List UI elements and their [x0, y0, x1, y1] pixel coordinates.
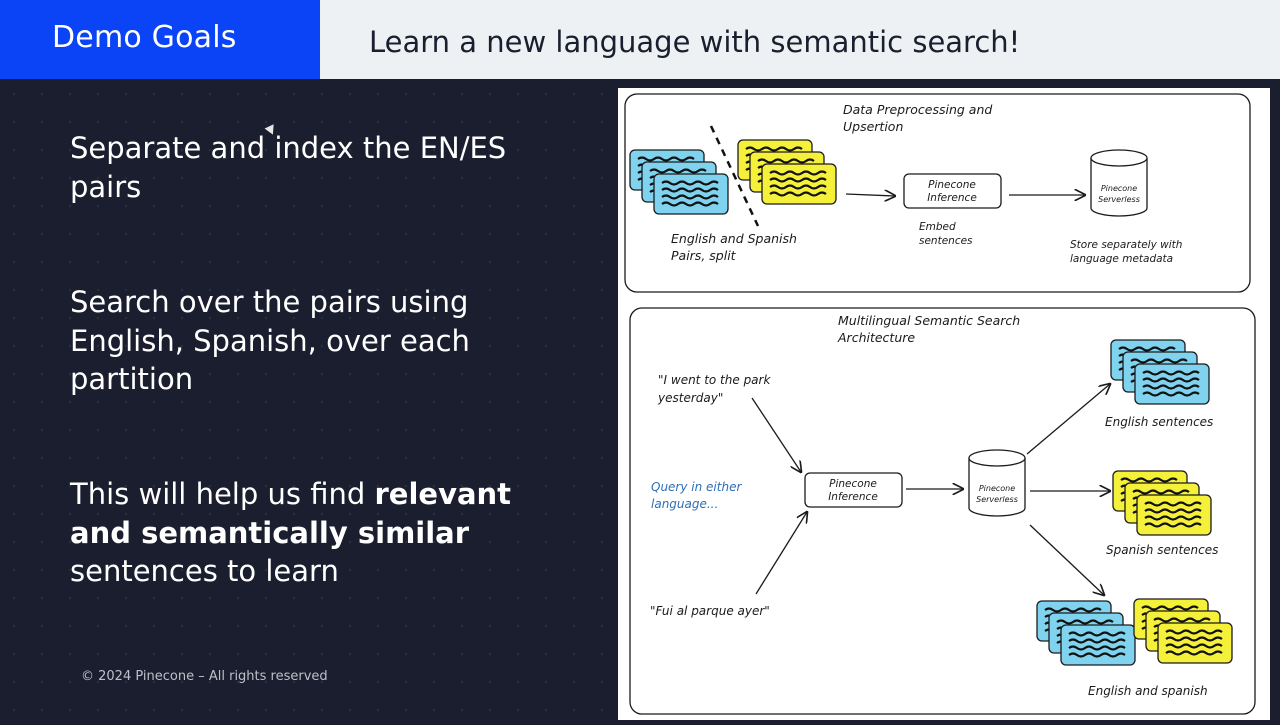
top-serverless-database-icon — [1090, 149, 1148, 217]
embed-label-line2: sentences — [919, 235, 973, 247]
search-title-line2: Architecture — [837, 330, 915, 345]
bottom-serverless-database-icon — [968, 449, 1026, 517]
goal-point-1: Separate and index the EN/ES pairs — [70, 131, 507, 204]
top-serverless-line2: Serverless — [1098, 195, 1140, 204]
store-label-line2: language metadata — [1070, 253, 1173, 265]
english-and-spanish-label: English and spanish — [1088, 684, 1208, 698]
embed-label-line1: Embed — [919, 221, 956, 233]
query-english-line1: "I went to the park — [658, 373, 771, 387]
preprocessing-title-line2: Upsertion — [843, 119, 903, 134]
diagram-svg: Data Preprocessing and Upsertion English… — [619, 89, 1269, 719]
goal-point-3: This will help us find relevant and sema… — [70, 475, 550, 591]
goal-point-3-lead: This will help us find — [70, 477, 375, 511]
section-title: Demo Goals — [52, 20, 237, 55]
preprocessing-title-line1: Data Preprocessing and — [843, 102, 992, 117]
section-header: Demo Goals — [0, 0, 320, 79]
spanish-sentences-label: Spanish sentences — [1106, 543, 1218, 557]
slide-header: Learn a new language with semantic searc… — [320, 0, 1280, 79]
search-title-line1: Multilingual Semantic Search — [838, 313, 1020, 328]
pairs-label-line1: English and Spanish — [671, 231, 797, 246]
query-spanish: "Fui al parque ayer" — [650, 604, 770, 618]
copyright-footer: © 2024 Pinecone – All rights reserved — [81, 669, 328, 684]
store-label-line1: Store separately with — [1070, 239, 1182, 251]
query-either-line1: Query in either — [651, 480, 742, 494]
architecture-diagram: Data Preprocessing and Upsertion English… — [618, 88, 1270, 720]
top-inference-line1: Pinecone — [928, 179, 976, 191]
bottom-serverless-line2: Serverless — [976, 495, 1018, 504]
bottom-inference-line2: Inference — [828, 491, 878, 503]
top-serverless-line1: Pinecone — [1101, 184, 1137, 193]
bottom-inference-line1: Pinecone — [829, 478, 877, 490]
pairs-label-line2: Pairs, split — [671, 248, 737, 263]
bottom-serverless-line1: Pinecone — [979, 484, 1015, 493]
query-either-line2: language... — [651, 497, 718, 511]
goal-point-3-tail: sentences to learn — [70, 554, 339, 588]
slide-title: Learn a new language with semantic searc… — [369, 25, 1021, 59]
goal-point-2: Search over the pairs using English, Spa… — [70, 285, 470, 396]
top-inference-line2: Inference — [927, 192, 977, 204]
query-english-line2: yesterday" — [657, 391, 723, 405]
english-sentences-label: English sentences — [1105, 415, 1213, 429]
